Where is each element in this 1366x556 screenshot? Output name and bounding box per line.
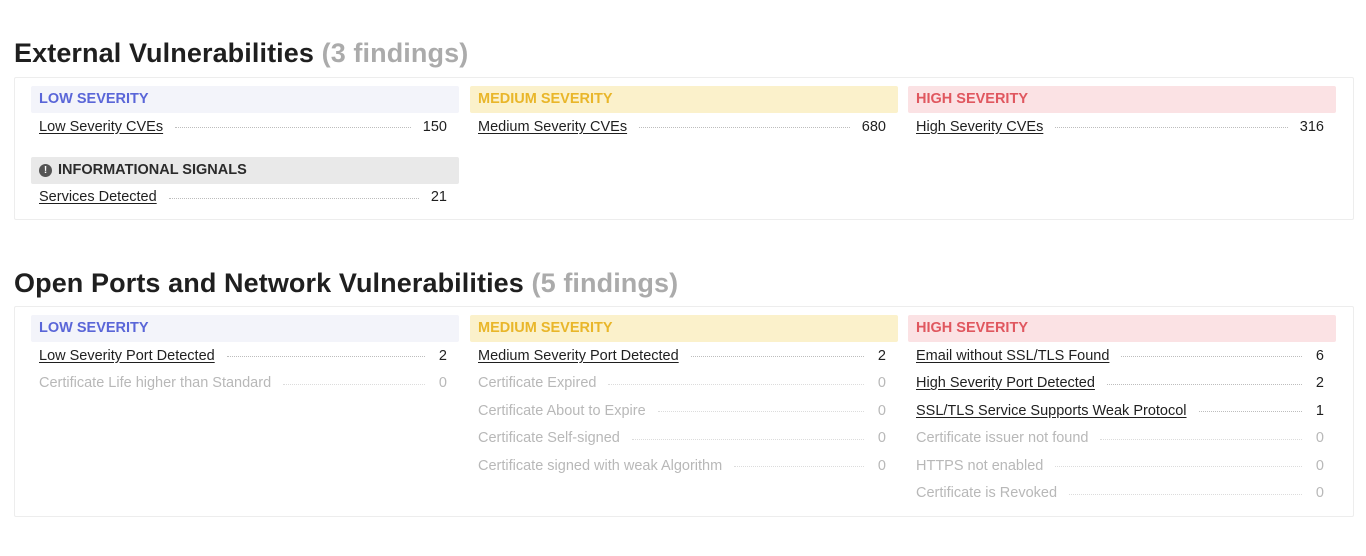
exclamation-icon: ! xyxy=(39,163,52,177)
dotted-leader xyxy=(1106,383,1302,385)
finding-count: 1 xyxy=(1315,402,1324,419)
dotted-leader xyxy=(639,127,850,129)
finding-link[interactable]: High Severity Port Detected xyxy=(916,375,1095,391)
external-vulnerabilities-section: External Vulnerabilities (3 findings) LO… xyxy=(14,34,1354,220)
finding-link[interactable]: Medium Severity Port Detected xyxy=(478,348,679,364)
dotted-leader xyxy=(1055,127,1288,129)
finding-row[interactable]: Medium Severity Port Detected 2 xyxy=(470,342,898,370)
finding-row[interactable]: Low Severity Port Detected 2 xyxy=(31,342,459,370)
finding-label: Certificate Life higher than Standard xyxy=(39,375,272,392)
finding-link[interactable]: High Severity CVEs xyxy=(916,119,1043,135)
medium-severity-column: MEDIUM SEVERITY Medium Severity Port Det… xyxy=(470,315,898,480)
dotted-leader xyxy=(690,356,864,358)
finding-count: 6 xyxy=(1315,347,1324,364)
finding-label: Certificate is Revoked xyxy=(916,485,1058,502)
section-title: Open Ports and Network Vulnerabilities (… xyxy=(14,264,1354,304)
medium-severity-header: MEDIUM SEVERITY xyxy=(470,86,898,113)
finding-count: 2 xyxy=(877,347,886,364)
finding-count: 2 xyxy=(438,347,447,364)
finding-row: Certificate signed with weak Algorithm 0 xyxy=(470,452,898,480)
dotted-leader xyxy=(734,466,864,468)
finding-count: 0 xyxy=(1315,457,1324,474)
findings-card: LOW SEVERITY Low Severity CVEs 150 ! INF… xyxy=(14,77,1354,220)
finding-count: 680 xyxy=(861,118,886,135)
finding-count: 0 xyxy=(1315,485,1324,502)
informational-signals-header: ! INFORMATIONAL SIGNALS xyxy=(31,156,459,184)
finding-label: Certificate Expired xyxy=(478,375,597,392)
finding-label: HTTPS not enabled xyxy=(916,457,1044,474)
finding-link[interactable]: Email without SSL/TLS Found xyxy=(916,348,1109,364)
findings-count: (5 findings) xyxy=(531,268,679,298)
low-severity-header: LOW SEVERITY xyxy=(31,86,459,113)
finding-label: Certificate signed with weak Algorithm xyxy=(478,457,723,474)
low-severity-column: LOW SEVERITY Low Severity CVEs 150 ! INF… xyxy=(31,86,459,211)
dotted-leader xyxy=(608,383,864,385)
finding-count: 0 xyxy=(877,375,886,392)
finding-count: 0 xyxy=(877,430,886,447)
finding-label: Certificate About to Expire xyxy=(478,402,646,419)
section-title-text: External Vulnerabilities xyxy=(14,38,315,68)
finding-count: 2 xyxy=(1315,375,1324,392)
finding-count: 21 xyxy=(430,189,447,206)
dotted-leader xyxy=(1121,356,1302,358)
finding-row[interactable]: SSL/TLS Service Supports Weak Protocol 1 xyxy=(908,397,1336,425)
high-severity-column: HIGH SEVERITY Email without SSL/TLS Foun… xyxy=(908,315,1336,507)
finding-count: 0 xyxy=(438,375,447,392)
dotted-leader xyxy=(1069,493,1302,495)
medium-severity-header: MEDIUM SEVERITY xyxy=(470,315,898,342)
findings-count: (3 findings) xyxy=(321,38,469,68)
section-title: External Vulnerabilities (3 findings) xyxy=(14,34,1354,74)
high-severity-header: HIGH SEVERITY xyxy=(908,86,1336,113)
dotted-leader xyxy=(1198,411,1302,413)
dotted-leader xyxy=(283,383,425,385)
finding-row[interactable]: Services Detected 21 xyxy=(31,184,459,212)
finding-count: 0 xyxy=(1315,430,1324,447)
dotted-leader xyxy=(657,411,864,413)
informational-signals-label: INFORMATIONAL SIGNALS xyxy=(58,161,247,178)
finding-row[interactable]: Email without SSL/TLS Found 6 xyxy=(908,342,1336,370)
open-ports-section: Open Ports and Network Vulnerabilities (… xyxy=(14,264,1354,517)
finding-row: Certificate About to Expire 0 xyxy=(470,397,898,425)
finding-row[interactable]: High Severity CVEs 316 xyxy=(908,113,1336,141)
finding-link[interactable]: Low Severity Port Detected xyxy=(39,348,215,364)
finding-link[interactable]: Low Severity CVEs xyxy=(39,119,163,135)
high-severity-column: HIGH SEVERITY High Severity CVEs 316 xyxy=(908,86,1336,141)
dotted-leader xyxy=(1055,466,1302,468)
finding-row: HTTPS not enabled 0 xyxy=(908,452,1336,480)
low-severity-column: LOW SEVERITY Low Severity Port Detected … xyxy=(31,315,459,397)
section-title-text: Open Ports and Network Vulnerabilities xyxy=(14,268,524,298)
finding-row[interactable]: High Severity Port Detected 2 xyxy=(908,370,1336,398)
finding-count: 150 xyxy=(422,118,447,135)
finding-link[interactable]: Services Detected xyxy=(39,189,157,205)
dotted-leader xyxy=(631,438,864,440)
finding-link[interactable]: SSL/TLS Service Supports Weak Protocol xyxy=(916,403,1187,419)
finding-row[interactable]: Low Severity CVEs 150 xyxy=(31,113,459,141)
findings-card: LOW SEVERITY Low Severity Port Detected … xyxy=(14,306,1354,517)
finding-row[interactable]: Medium Severity CVEs 680 xyxy=(470,113,898,141)
low-severity-header: LOW SEVERITY xyxy=(31,315,459,342)
finding-label: Certificate Self-signed xyxy=(478,430,620,447)
finding-row: Certificate Life higher than Standard 0 xyxy=(31,370,459,398)
finding-count: 0 xyxy=(877,457,886,474)
medium-severity-column: MEDIUM SEVERITY Medium Severity CVEs 680 xyxy=(470,86,898,141)
dotted-leader xyxy=(226,356,425,358)
high-severity-header: HIGH SEVERITY xyxy=(908,315,1336,342)
dotted-leader xyxy=(1100,438,1302,440)
dotted-leader xyxy=(168,197,419,199)
dotted-leader xyxy=(175,127,411,129)
finding-row: Certificate is Revoked 0 xyxy=(908,480,1336,508)
finding-row: Certificate Expired 0 xyxy=(470,370,898,398)
finding-count: 316 xyxy=(1299,118,1324,135)
finding-row: Certificate issuer not found 0 xyxy=(908,425,1336,453)
finding-count: 0 xyxy=(877,402,886,419)
finding-label: Certificate issuer not found xyxy=(916,430,1089,447)
finding-row: Certificate Self-signed 0 xyxy=(470,425,898,453)
finding-link[interactable]: Medium Severity CVEs xyxy=(478,119,627,135)
